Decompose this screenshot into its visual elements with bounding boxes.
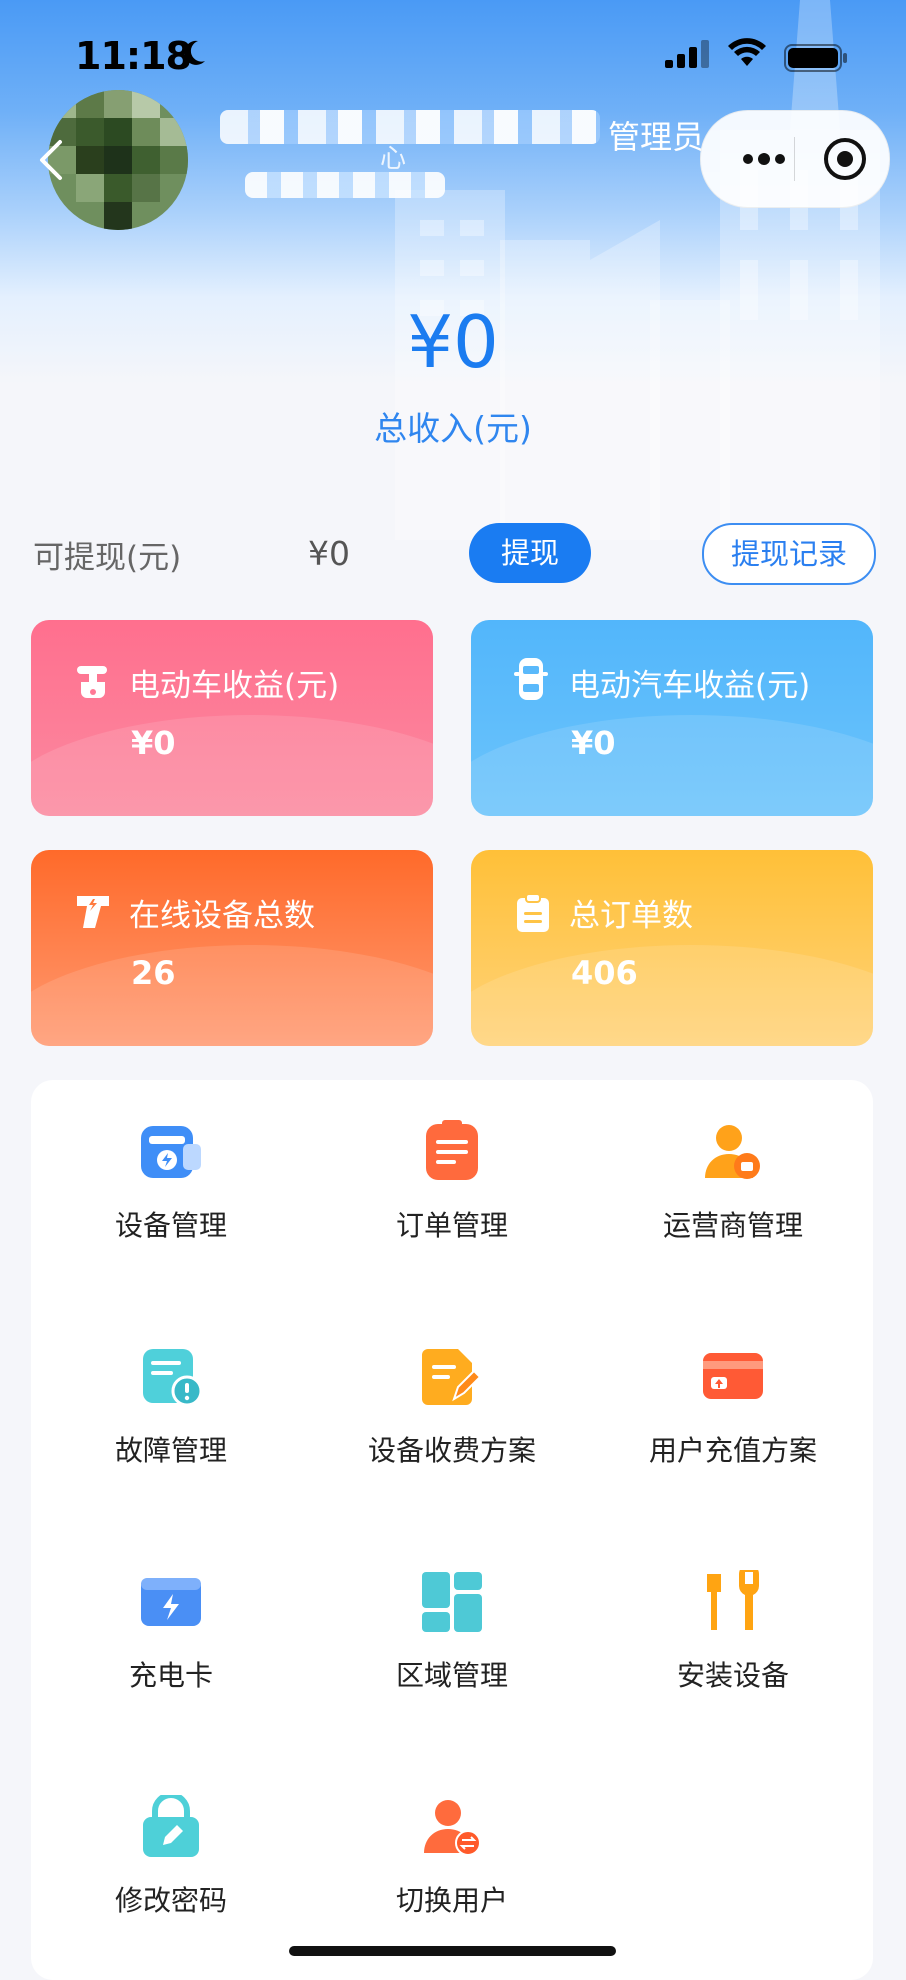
card-value: 406 bbox=[571, 954, 638, 992]
wifi-icon bbox=[728, 38, 766, 66]
total-income-label: 总收入(元) bbox=[374, 409, 532, 448]
cellular-signal-icon bbox=[665, 40, 709, 68]
back-arrow-icon[interactable] bbox=[36, 138, 66, 182]
fault-icon bbox=[143, 1349, 203, 1407]
menu-label: 修改密码 bbox=[114, 1884, 227, 1917]
menu-item-user-recharge-plan[interactable]: 用户充值方案 bbox=[593, 1345, 873, 1505]
stat-card-online-devices: 在线设备总数 26 bbox=[31, 850, 433, 1046]
device-icon bbox=[141, 1126, 201, 1178]
region-icon bbox=[422, 1572, 482, 1632]
close-miniprogram-icon[interactable] bbox=[819, 133, 871, 185]
more-dots-icon bbox=[743, 153, 785, 165]
menu-item-operator-management[interactable]: 运营商管理 bbox=[593, 1120, 873, 1280]
stat-card-car-income: 电动汽车收益(元) ¥0 bbox=[471, 620, 873, 816]
withdrawable-value: ¥0 bbox=[308, 534, 350, 573]
redacted-subtitle bbox=[245, 172, 445, 198]
order-icon bbox=[426, 1120, 478, 1180]
card-value: 26 bbox=[131, 954, 176, 992]
password-icon bbox=[143, 1795, 199, 1857]
car-icon bbox=[514, 658, 548, 700]
capsule-divider bbox=[794, 137, 795, 181]
charger-icon bbox=[77, 896, 109, 928]
clipboard-icon bbox=[517, 893, 549, 932]
fee-plan-icon bbox=[422, 1349, 482, 1405]
menu-label: 切换用户 bbox=[395, 1884, 508, 1917]
menu-label: 运营商管理 bbox=[662, 1209, 803, 1242]
menu-item-charge-card[interactable]: 充电卡 bbox=[31, 1570, 311, 1730]
card-title: 总订单数 bbox=[569, 898, 693, 934]
scooter-icon bbox=[77, 666, 107, 698]
redacted-subtitle-fragment: 心 bbox=[380, 144, 407, 174]
withdraw-row: 可提现(元) ¥0 提现 提现记录 bbox=[0, 520, 906, 590]
avatar bbox=[48, 90, 188, 230]
menu-item-order-management[interactable]: 订单管理 bbox=[312, 1120, 592, 1280]
menu-item-region-management[interactable]: 区域管理 bbox=[312, 1570, 592, 1730]
status-time: 11:18 bbox=[75, 34, 192, 78]
install-icon bbox=[707, 1570, 759, 1630]
miniprogram-capsule bbox=[700, 110, 890, 208]
card-title: 电动车收益(元) bbox=[129, 668, 340, 704]
avatar-pixelated-image bbox=[48, 90, 188, 230]
menu-item-fault-management[interactable]: 故障管理 bbox=[31, 1345, 311, 1505]
moon-icon bbox=[184, 40, 205, 65]
battery-icon bbox=[784, 44, 847, 72]
menu-label: 设备收费方案 bbox=[367, 1434, 536, 1467]
menu-label: 设备管理 bbox=[114, 1209, 227, 1242]
withdraw-record-button[interactable]: 提现记录 bbox=[702, 523, 876, 585]
menu-item-switch-user[interactable]: 切换用户 bbox=[312, 1795, 592, 1955]
role-label: 管理员 bbox=[608, 118, 705, 156]
redacted-name bbox=[220, 110, 600, 144]
total-income-amount: ¥0 bbox=[407, 300, 499, 384]
menu-item-install-device[interactable]: 安装设备 bbox=[593, 1570, 873, 1730]
menu-label: 区域管理 bbox=[395, 1659, 508, 1692]
menu-item-device-management[interactable]: 设备管理 bbox=[31, 1120, 311, 1280]
card-value: ¥0 bbox=[571, 724, 616, 762]
function-menu-panel: 设备管理 订单管理 运营商管理 故障管理 设备收费方案 用户充值方案 充电卡 区… bbox=[31, 1080, 873, 1980]
card-value: ¥0 bbox=[131, 724, 176, 762]
more-menu-button[interactable] bbox=[731, 135, 797, 183]
menu-label: 充电卡 bbox=[128, 1659, 213, 1692]
menu-label: 用户充值方案 bbox=[648, 1434, 817, 1467]
menu-item-change-password[interactable]: 修改密码 bbox=[31, 1795, 311, 1955]
menu-item-device-fee-plan[interactable]: 设备收费方案 bbox=[312, 1345, 592, 1505]
home-indicator bbox=[289, 1946, 616, 1956]
withdraw-button[interactable]: 提现 bbox=[469, 523, 591, 583]
stat-card-scooter-income: 电动车收益(元) ¥0 bbox=[31, 620, 433, 816]
charge-card-icon bbox=[141, 1578, 201, 1626]
switch-user-icon bbox=[424, 1800, 481, 1856]
menu-label: 故障管理 bbox=[114, 1434, 227, 1467]
stat-card-total-orders: 总订单数 406 bbox=[471, 850, 873, 1046]
menu-label: 订单管理 bbox=[395, 1209, 508, 1242]
menu-label: 安装设备 bbox=[676, 1659, 789, 1692]
card-title: 在线设备总数 bbox=[129, 898, 315, 934]
recharge-plan-icon bbox=[703, 1353, 763, 1399]
card-title: 电动汽车收益(元) bbox=[569, 668, 811, 704]
withdrawable-label: 可提现(元) bbox=[33, 540, 182, 576]
operator-icon bbox=[705, 1125, 760, 1179]
